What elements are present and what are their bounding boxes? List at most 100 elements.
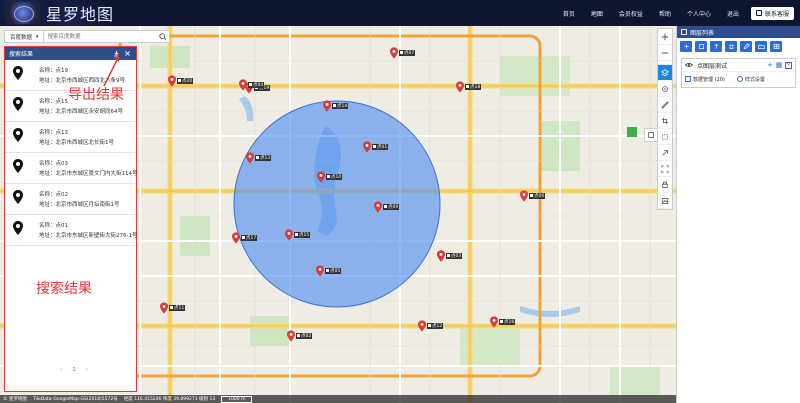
marker-label: 点11: [169, 305, 186, 311]
grid-icon[interactable]: ▦: [775, 61, 783, 69]
target-icon: [662, 85, 668, 92]
map-pin-icon: [418, 320, 426, 332]
map-pin-icon: [13, 66, 23, 80]
image-tool-button[interactable]: [658, 193, 672, 209]
result-item[interactable]: 名称：点13 地址：北京市西城区北长街1号: [5, 122, 135, 153]
marker-label: 点05: [325, 268, 342, 274]
result-name: 名称：点13: [39, 130, 68, 136]
marker-label: 点04: [248, 82, 265, 88]
upload-icon: [714, 43, 718, 49]
folder-layer-button[interactable]: [755, 41, 767, 52]
zoom-in-button[interactable]: [658, 29, 672, 45]
result-address: 地址：北京市西城区永安胡同64号: [39, 109, 123, 115]
add-layer-button[interactable]: [680, 41, 692, 52]
data-source-value: 百度数据: [10, 34, 33, 41]
app-title: 星罗地图: [46, 5, 115, 24]
nav-membership[interactable]: 会员权益: [619, 9, 643, 18]
prev-page-button[interactable]: ‹: [60, 367, 62, 373]
coordinate-readout: 经度 116.415246 纬度 39.899273 级别 13: [123, 397, 216, 402]
search-input[interactable]: [43, 31, 157, 42]
result-name: 名称：点19: [39, 68, 68, 74]
current-page[interactable]: 1: [72, 367, 76, 373]
eye-icon[interactable]: [685, 62, 693, 68]
search-button[interactable]: [157, 31, 169, 42]
globe-logo-icon: [6, 2, 40, 24]
marker-label: 点15: [294, 232, 311, 238]
print-tool-button[interactable]: [658, 177, 672, 193]
result-item[interactable]: 名称：点03 地址：北京市东城区景文门内大街114号: [5, 153, 138, 184]
share-tool-button[interactable]: [658, 145, 672, 161]
annotation-export-results: 导出结果: [68, 87, 124, 103]
data-icon: [685, 76, 691, 82]
nav-profile[interactable]: 个人中心: [687, 9, 711, 18]
close-results-button[interactable]: [123, 49, 132, 58]
table-layer-button[interactable]: [770, 41, 782, 52]
layer-name: 点图层测试: [697, 62, 728, 70]
measure-tool-button[interactable]: [658, 97, 672, 113]
locate-tool-button[interactable]: [658, 81, 672, 97]
remove-layer-icon[interactable]: ×: [785, 61, 792, 69]
import-layer-button[interactable]: [695, 41, 707, 52]
style-settings-link[interactable]: 样式设置: [745, 76, 765, 83]
map-pin-icon: [168, 75, 176, 87]
marker-label: 点17: [241, 235, 258, 241]
result-address: 地址：北京市东城区新壁街大街276-1号: [39, 233, 138, 239]
map-toolbar: [657, 28, 673, 210]
fullscreen-icon: [661, 164, 669, 173]
brand[interactable]: 星罗地图: [6, 2, 114, 24]
result-name: 名称：点02: [39, 192, 68, 198]
import-icon: [698, 44, 704, 49]
layers-icon: [661, 68, 669, 76]
annotation-arrow: [103, 55, 119, 87]
nav-map[interactable]: 地图: [591, 9, 603, 18]
select-tool-button[interactable]: [658, 129, 672, 145]
print-icon: [662, 181, 668, 188]
annotation-search-results: 搜索结果: [36, 281, 92, 297]
chat-icon: [755, 10, 762, 16]
nav-home[interactable]: 首页: [563, 9, 575, 18]
result-address: 地址：北京市西城区北长街1号: [39, 140, 115, 146]
map-pin-icon: [323, 100, 331, 112]
draw-rect-button[interactable]: [644, 128, 658, 142]
close-icon: [125, 51, 130, 56]
marker-label: 点02: [296, 333, 313, 339]
status-bar: © 星罗地图 TileData-GoogleMap-GS(2018)5572号 …: [0, 395, 676, 403]
upload-layer-button[interactable]: [710, 41, 722, 52]
contact-support-button[interactable]: 联系客服: [750, 6, 794, 20]
data-source-select[interactable]: 百度数据 ▾: [6, 31, 44, 42]
add-layer-icon: [683, 44, 689, 49]
map-pin-icon: [13, 221, 23, 235]
select-area-icon: [662, 133, 668, 140]
search-icon: [159, 32, 167, 41]
layers-tool-button[interactable]: [658, 65, 672, 81]
delete-layer-button[interactable]: [725, 41, 737, 52]
crop-tool-button[interactable]: [658, 113, 672, 129]
tile-source-text: TileData-GoogleMap-GS(2018)5572号: [32, 397, 118, 402]
pagination: ‹ 1 ›: [55, 367, 93, 373]
map-pin-icon: [285, 229, 293, 241]
fullscreen-tool-button[interactable]: [658, 161, 672, 177]
nav-logout[interactable]: 退出: [727, 9, 739, 18]
layer-panel-header: 图层列表: [677, 26, 800, 38]
map-pin-icon: [13, 190, 23, 204]
minus-icon: [661, 52, 669, 53]
search-bar: 百度数据 ▾: [4, 30, 170, 43]
result-item[interactable]: 名称：点02 地址：北京市西城区月坛南街1号: [5, 184, 135, 215]
marker-label: 点01: [372, 144, 389, 150]
result-name: 名称：点03: [39, 161, 68, 167]
layer-card[interactable]: 点图层测试 + ▦ × 数据管理 (20) 样式设置: [681, 58, 796, 88]
marker-label: 点10: [326, 174, 343, 180]
edit-icon: [743, 43, 750, 50]
next-page-button[interactable]: ›: [86, 367, 88, 373]
data-management-link[interactable]: 数据管理 (20): [693, 76, 725, 83]
marker-label: 点14: [332, 103, 349, 109]
edit-layer-button[interactable]: [740, 41, 752, 52]
result-address: 地址：北京市东城区景文门内大街114号: [39, 171, 138, 177]
result-item[interactable]: 名称：点01 地址：北京市东城区新壁街大街276-1号: [5, 215, 138, 246]
nav-help[interactable]: 帮助: [659, 9, 671, 18]
top-bar: 星罗地图 首页 地图 会员权益 帮助 个人中心 退出 联系客服: [0, 0, 800, 26]
marker-label: 点06: [529, 193, 546, 199]
zoom-out-button[interactable]: [658, 45, 672, 61]
result-name: 名称：点15: [39, 99, 68, 105]
add-feature-icon[interactable]: +: [766, 61, 774, 69]
